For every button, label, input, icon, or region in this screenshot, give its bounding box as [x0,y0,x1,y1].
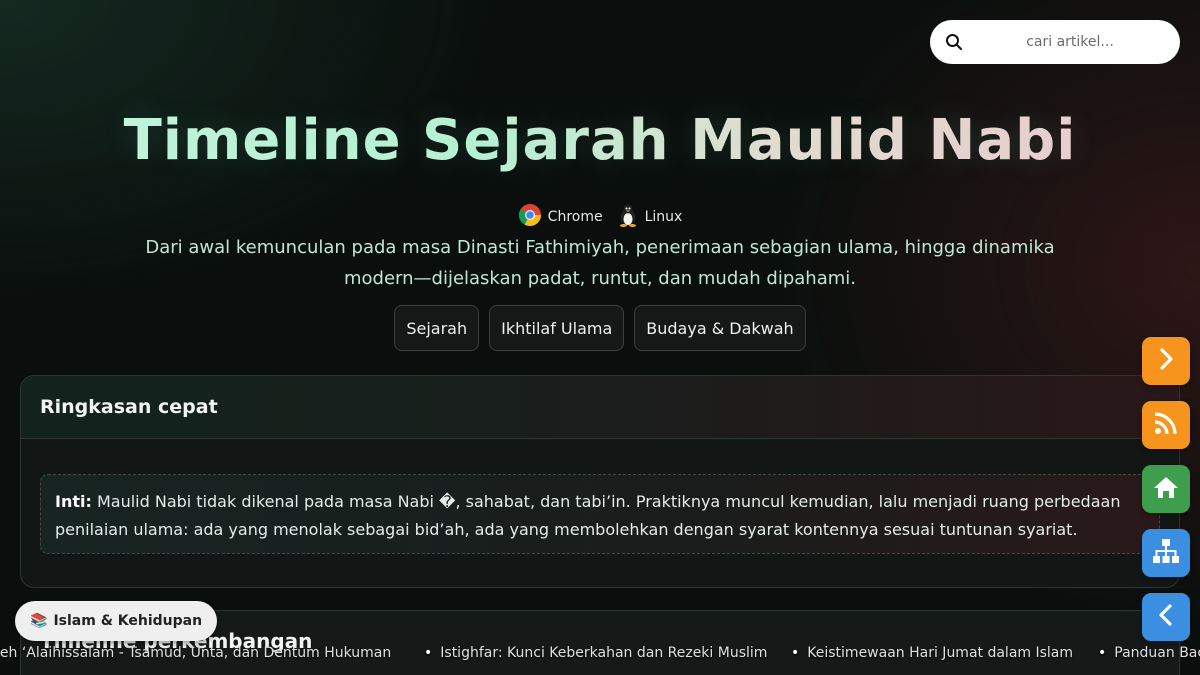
ticker-item[interactable]: leh ‘Alaihissalam - Tsamud, Unta, dan De… [0,645,391,661]
books-icon: 📚 [30,613,48,629]
linux-tux-icon [617,203,639,231]
platform-linux-label: Linux [644,209,683,225]
home-icon [1152,474,1180,504]
category-label: Islam & Kehidupan [53,613,203,629]
tag-ikhtilaf-ulama[interactable]: Ikhtilaf Ulama [489,305,625,351]
platform-badges: Chrome Linux [0,203,1200,231]
rss-icon [1152,409,1180,441]
platform-linux: Linux [617,203,683,231]
sitemap-icon [1151,537,1181,569]
ticker-item[interactable]: • Keistimewaan Hari Jumat dalam Islam [791,645,1073,661]
bullet-icon: • [424,645,433,661]
page-title: Timeline Sejarah Maulid Nabi [0,108,1200,173]
rss-button[interactable] [1142,401,1190,449]
search-icon[interactable] [944,32,964,52]
home-button[interactable] [1142,465,1190,513]
search-input[interactable] [978,27,1162,57]
news-ticker: leh ‘Alaihissalam - Tsamud, Unta, dan De… [0,641,1200,667]
platform-chrome: Chrome [518,203,603,231]
summary-note-text: Maulid Nabi tidak dikenal pada masa Nabi… [55,492,1121,539]
summary-card: Ringkasan cepat Inti: Maulid Nabi tidak … [20,375,1180,588]
page-subtitle: Dari awal kemunculan pada masa Dinasti F… [145,237,1055,289]
previous-button[interactable] [1142,593,1190,641]
chevron-left-icon [1153,602,1179,632]
chrome-icon [518,203,542,231]
summary-heading: Ringkasan cepat [21,376,1179,439]
platform-chrome-label: Chrome [547,209,603,225]
category-chip[interactable]: 📚 Islam & Kehidupan [15,601,218,641]
tag-budaya-dakwah[interactable]: Budaya & Dakwah [634,305,806,351]
ticker-item[interactable]: • Istighfar: Kunci Keberkahan dan Rezeki … [424,645,767,661]
summary-note-label: Inti: [55,492,92,511]
bullet-icon: • [791,645,800,661]
sitemap-button[interactable] [1142,529,1190,577]
next-button[interactable] [1142,337,1190,385]
ticker-item[interactable]: • Panduan Bac [1098,645,1200,661]
chevron-right-icon [1153,346,1179,376]
bullet-icon: • [1098,645,1107,661]
search-box[interactable] [930,20,1180,64]
topic-tags: Sejarah Ikhtilaf Ulama Budaya & Dakwah [0,305,1200,351]
summary-note: Inti: Maulid Nabi tidak dikenal pada mas… [40,474,1160,554]
tag-sejarah[interactable]: Sejarah [394,305,480,351]
